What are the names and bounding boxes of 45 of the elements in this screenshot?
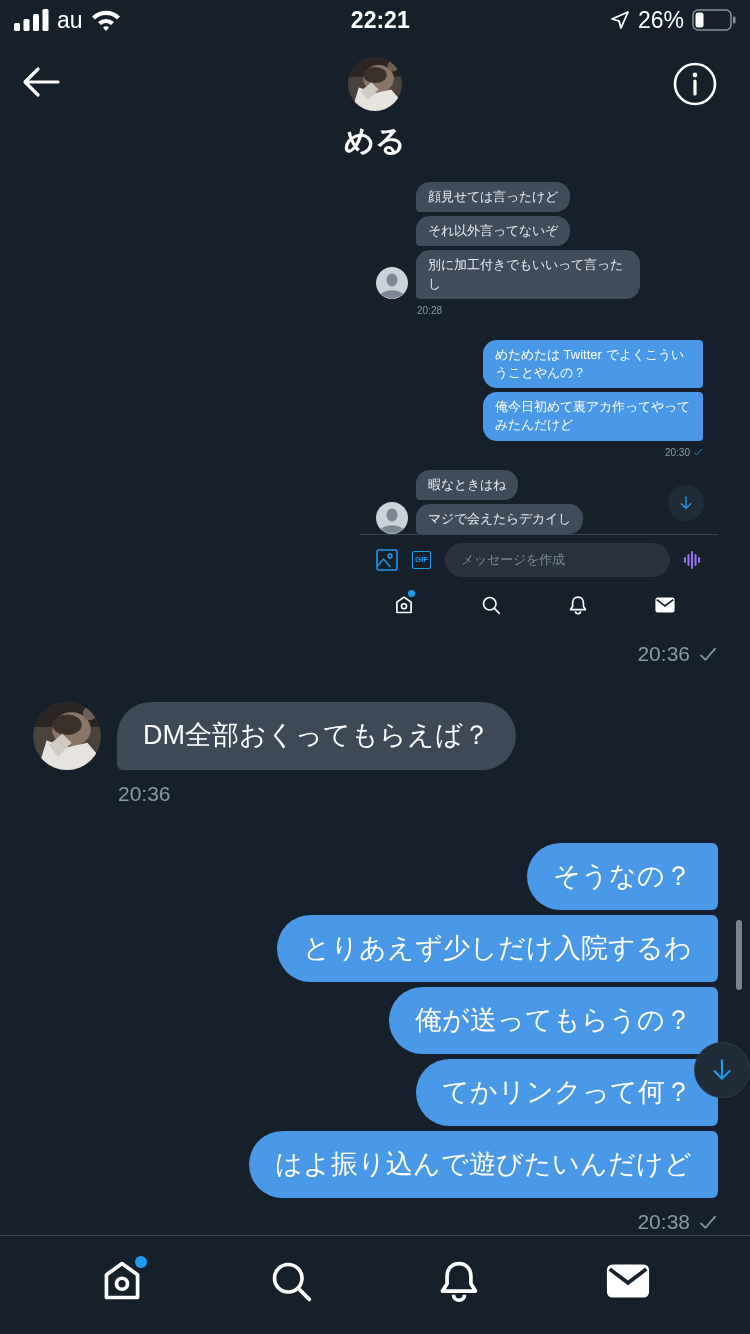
message-bubble: 別に加工付きでもいいって言ったし: [416, 250, 640, 299]
message-bubble: それ以外言ってないぞ: [416, 216, 570, 247]
message-input[interactable]: メッセージを作成: [445, 542, 670, 577]
message-bubble: はよ振り込んで遊びたいんだけど: [249, 1131, 718, 1199]
gif-button[interactable]: GIF: [412, 550, 432, 569]
signal-icon: [14, 9, 49, 31]
message-bubble: 顔見せては言ったけど: [416, 182, 570, 213]
voice-wave-icon[interactable]: [684, 550, 700, 569]
location-arrow-icon: [609, 10, 630, 30]
message-bubble: マジで会えたらデカイし: [416, 503, 583, 534]
message-bubble: とりあえず少しだけ入院するわ: [277, 915, 718, 983]
carrier-name: au: [57, 5, 83, 35]
message-bubble: めためたは Twitter でよくこういうことやんの？: [483, 339, 703, 389]
message-bubble: DM全部おくってもらえば？: [117, 702, 516, 770]
timestamp: 20:30: [664, 445, 690, 460]
person-icon: [376, 266, 408, 299]
house-icon: [393, 594, 414, 615]
contact-name: める: [344, 123, 406, 159]
timestamp: 20:38: [637, 1209, 690, 1235]
tab-button[interactable]: [393, 592, 414, 616]
scrollbar: [736, 920, 742, 990]
person-icon: [376, 501, 408, 534]
timestamp: 20:36: [637, 641, 690, 667]
clock: 22:21: [350, 6, 410, 33]
message-bubble: そうなの？: [527, 843, 718, 911]
wifi-icon: [90, 9, 121, 31]
check-icon: [693, 447, 703, 457]
timestamp: 20:28: [417, 303, 443, 318]
battery-percentage: 26%: [637, 5, 684, 35]
arrow-down-icon: [678, 495, 694, 511]
timestamp: 20:36: [118, 780, 171, 807]
message-bubble: 俺今日初めて裏アカ作ってやってみたんだけど: [483, 392, 703, 441]
message-bubble: 俺が送ってもらうの？: [389, 987, 718, 1055]
info-icon: [673, 62, 717, 106]
message-bubble: てかリンクって何？: [416, 1059, 718, 1127]
message-bubble: 暇なときはね: [416, 469, 518, 500]
back-arrow-icon: [22, 66, 60, 98]
battery-icon: [692, 9, 736, 31]
search-icon: [480, 594, 501, 615]
bell-icon: [567, 594, 588, 615]
image-icon[interactable]: [376, 548, 398, 571]
info-button[interactable]: [673, 62, 717, 106]
back-button[interactable]: [22, 66, 60, 98]
scroll-down-button[interactable]: [668, 485, 704, 521]
scroll-down-button[interactable]: [694, 1042, 750, 1098]
